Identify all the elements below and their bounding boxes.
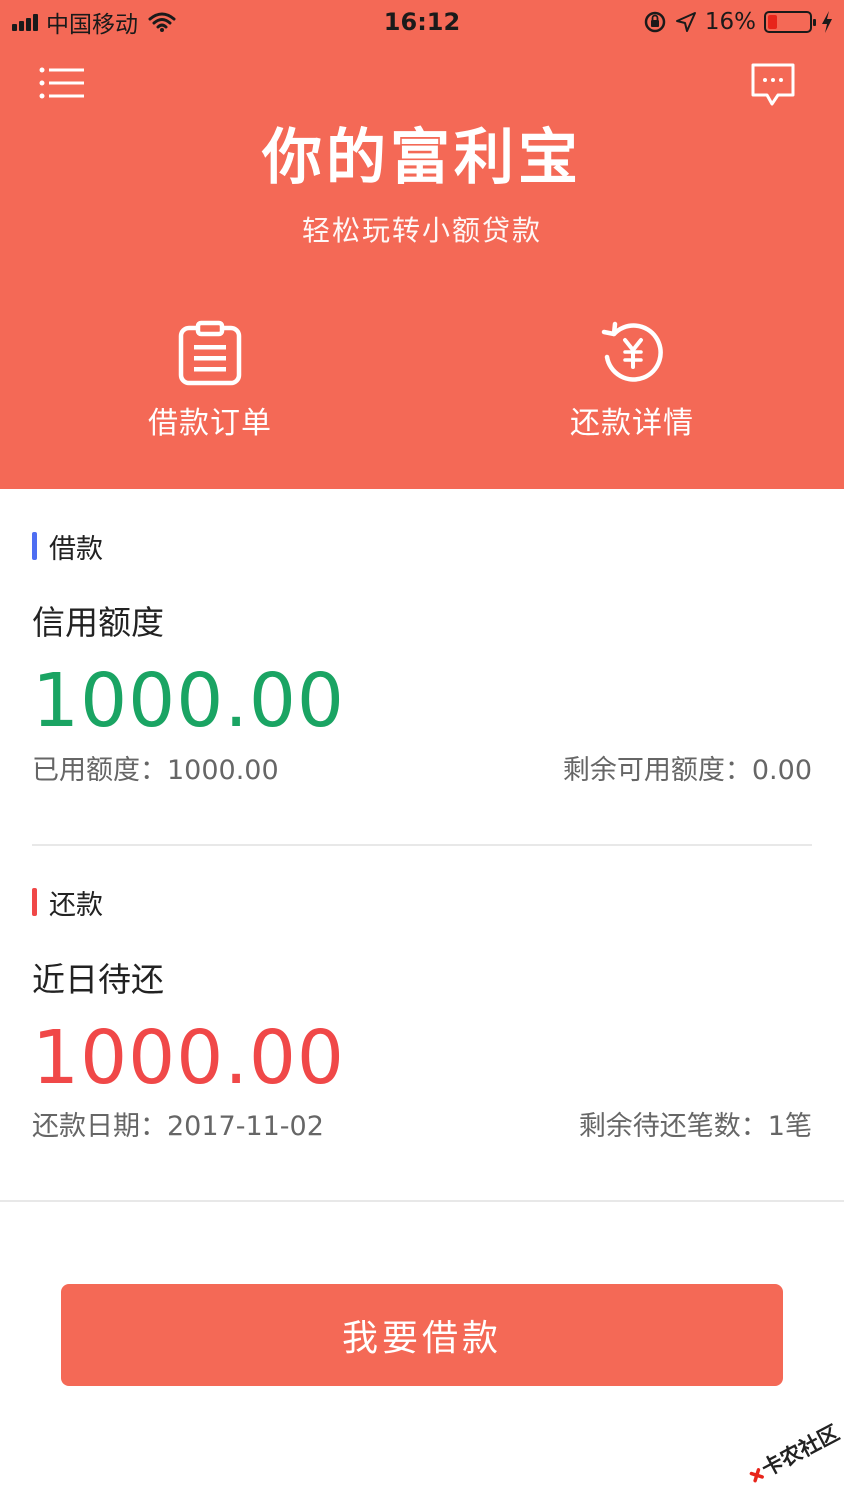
repayment-date: 还款日期：2017-11-02	[32, 1111, 324, 1142]
rotation-lock-icon	[644, 11, 666, 33]
svg-text:卡农社区: 卡农社区	[758, 1421, 843, 1482]
yuan-refresh-icon	[601, 321, 663, 382]
location-arrow-icon	[675, 12, 696, 32]
used-credit: 已用额度：1000.00	[32, 755, 279, 786]
app-title: 你的富利宝	[262, 123, 582, 193]
bottom-divider	[0, 1200, 844, 1202]
charging-bolt-icon	[822, 11, 832, 33]
clipboard-icon	[178, 320, 242, 386]
borrow-section: 借款 信用额度 1000.00 已用额度：1000.00 剩余可用额度：0.00	[32, 526, 812, 791]
list-menu-icon[interactable]	[38, 66, 86, 100]
status-right: 16%	[635, 6, 834, 38]
upcoming-due-amount: 1000.00	[32, 1015, 346, 1101]
credit-usage-row: 已用额度：1000.00 剩余可用额度：0.00	[32, 751, 812, 791]
repay-tag: 还款	[32, 882, 812, 922]
app-subtitle: 轻松玩转小额贷款	[301, 214, 542, 247]
upcoming-due-heading: 近日待还	[32, 960, 164, 999]
battery-icon	[764, 11, 816, 33]
section-divider	[32, 844, 812, 846]
repayment-details-label: 还款详情	[570, 406, 694, 441]
status-bar: 中国移动 16:12 16%	[0, 0, 844, 44]
borrow-tag-bar	[32, 532, 37, 560]
repayment-details-button[interactable]: 还款详情	[512, 320, 752, 444]
credit-limit-heading: 信用额度	[32, 603, 164, 642]
chat-bubble-icon[interactable]	[750, 62, 796, 108]
repay-tag-label: 还款	[49, 889, 103, 921]
credit-limit-amount: 1000.00	[32, 658, 346, 744]
loan-orders-button[interactable]: 借款订单	[90, 320, 330, 444]
watermark-logo: 卡农社区	[749, 1421, 843, 1483]
remaining-credit: 剩余可用额度：0.00	[562, 755, 812, 786]
repayment-info-row: 还款日期：2017-11-02 剩余待还笔数：1笔	[32, 1107, 812, 1147]
borrow-now-button[interactable]: 我要借款	[61, 1284, 783, 1386]
battery-percent: 16%	[704, 9, 756, 35]
repay-section: 还款 近日待还 1000.00 还款日期：2017-11-02 剩余待还笔数：1…	[32, 882, 812, 1147]
loan-orders-label: 借款订单	[148, 406, 272, 441]
borrow-tag: 借款	[32, 526, 812, 566]
header-banner: 中国移动 16:12 16% 你的富利宝 轻松玩转小额贷款 借款订单 还款详情	[0, 0, 844, 489]
repay-tag-bar	[32, 888, 37, 916]
remaining-installments: 剩余待还笔数：1笔	[578, 1111, 812, 1142]
borrow-tag-label: 借款	[49, 533, 103, 565]
battery-level	[768, 15, 777, 29]
